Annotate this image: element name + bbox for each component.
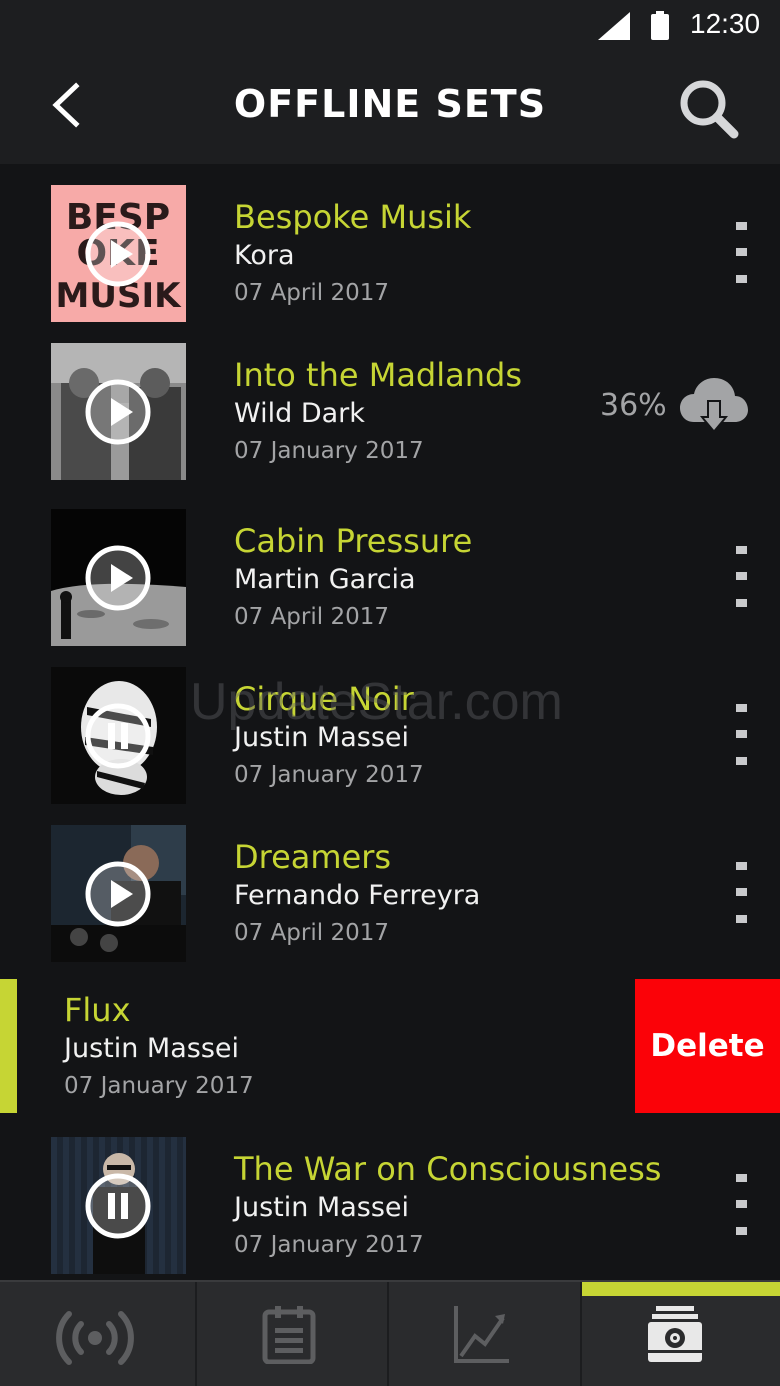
- pause-icon[interactable]: [84, 702, 152, 770]
- set-date: 07 April 2017: [234, 920, 389, 946]
- set-title: Cabin Pressure: [234, 522, 473, 560]
- page-title: OFFLINE SETS: [233, 82, 547, 126]
- play-icon[interactable]: [84, 220, 152, 288]
- play-icon[interactable]: [84, 860, 152, 928]
- download-progress: 36%: [600, 388, 667, 423]
- status-bar: 12:30: [0, 0, 780, 54]
- calendar-icon: [262, 1306, 316, 1364]
- cover-art: [51, 343, 186, 480]
- set-title: Into the Madlands: [234, 356, 522, 394]
- set-artist: Justin Massei: [64, 1033, 240, 1064]
- set-date: 07 January 2017: [64, 1073, 254, 1099]
- signal-icon: [598, 12, 630, 40]
- set-artist: Fernando Ferreyra: [234, 880, 481, 911]
- more-options-icon[interactable]: [722, 546, 760, 616]
- more-options-icon[interactable]: [722, 1174, 760, 1244]
- set-row[interactable]: Dreamers Fernando Ferreyra 07 April 2017: [0, 804, 780, 962]
- search-icon[interactable]: [676, 76, 740, 140]
- cloud-download-icon[interactable]: [678, 374, 750, 438]
- more-options-icon[interactable]: [722, 704, 760, 774]
- set-row[interactable]: Cirque Noir Justin Massei 07 January 201…: [0, 646, 780, 804]
- set-artist: Justin Massei: [234, 722, 410, 753]
- active-tab-indicator: [582, 1282, 780, 1296]
- set-artist: Wild Dark: [234, 398, 365, 429]
- offline-box-icon: [648, 1306, 702, 1362]
- status-time: 12:30: [690, 8, 761, 39]
- set-title: Flux: [64, 991, 131, 1029]
- offline-set-list[interactable]: BESP OKE MUSIK Bespoke Musik Kora 07 Apr…: [0, 164, 780, 1280]
- set-date: 07 January 2017: [234, 438, 424, 464]
- swipe-edge-cover: [0, 979, 17, 1113]
- delete-button[interactable]: Delete: [635, 979, 780, 1113]
- set-title: The War on Consciousness: [234, 1150, 662, 1188]
- pause-icon[interactable]: [84, 1172, 152, 1240]
- bottom-nav: [0, 1280, 780, 1386]
- app-bar: OFFLINE SETS: [0, 54, 780, 164]
- tab-live[interactable]: [0, 1282, 197, 1386]
- broadcast-icon: [56, 1311, 134, 1365]
- set-date: 07 April 2017: [234, 604, 389, 630]
- tab-charts[interactable]: [389, 1282, 582, 1386]
- battery-icon: [651, 11, 669, 40]
- set-row[interactable]: Into the Madlands Wild Dark 07 January 2…: [0, 322, 780, 480]
- set-row[interactable]: BESP OKE MUSIK Bespoke Musik Kora 07 Apr…: [0, 164, 780, 322]
- set-title: Cirque Noir: [234, 680, 414, 718]
- set-title: Bespoke Musik: [234, 198, 472, 236]
- set-artist: Martin Garcia: [234, 564, 416, 595]
- cover-art: [51, 667, 186, 804]
- trending-chart-icon: [454, 1306, 509, 1363]
- play-icon[interactable]: [84, 544, 152, 612]
- tab-offline-sets[interactable]: [582, 1282, 780, 1386]
- cover-art: [51, 1137, 186, 1274]
- cover-art: [51, 509, 186, 646]
- play-icon[interactable]: [84, 378, 152, 446]
- cover-art: [51, 825, 186, 962]
- set-title: Dreamers: [234, 838, 392, 876]
- tab-schedule[interactable]: [197, 1282, 389, 1386]
- set-row[interactable]: The War on Consciousness Justin Massei 0…: [0, 1116, 780, 1274]
- set-date: 07 January 2017: [234, 762, 424, 788]
- cover-art: BESP OKE MUSIK: [51, 185, 186, 322]
- set-row[interactable]: Cabin Pressure Martin Garcia 07 April 20…: [0, 488, 780, 646]
- set-date: 07 January 2017: [234, 1232, 424, 1258]
- swiped-set-row[interactable]: Flux Justin Massei 07 January 2017 Delet…: [0, 979, 780, 1113]
- set-date: 07 April 2017: [234, 280, 389, 306]
- more-options-icon[interactable]: [722, 222, 760, 292]
- more-options-icon[interactable]: [722, 862, 760, 932]
- set-artist: Justin Massei: [234, 1192, 410, 1223]
- set-artist: Kora: [234, 240, 295, 271]
